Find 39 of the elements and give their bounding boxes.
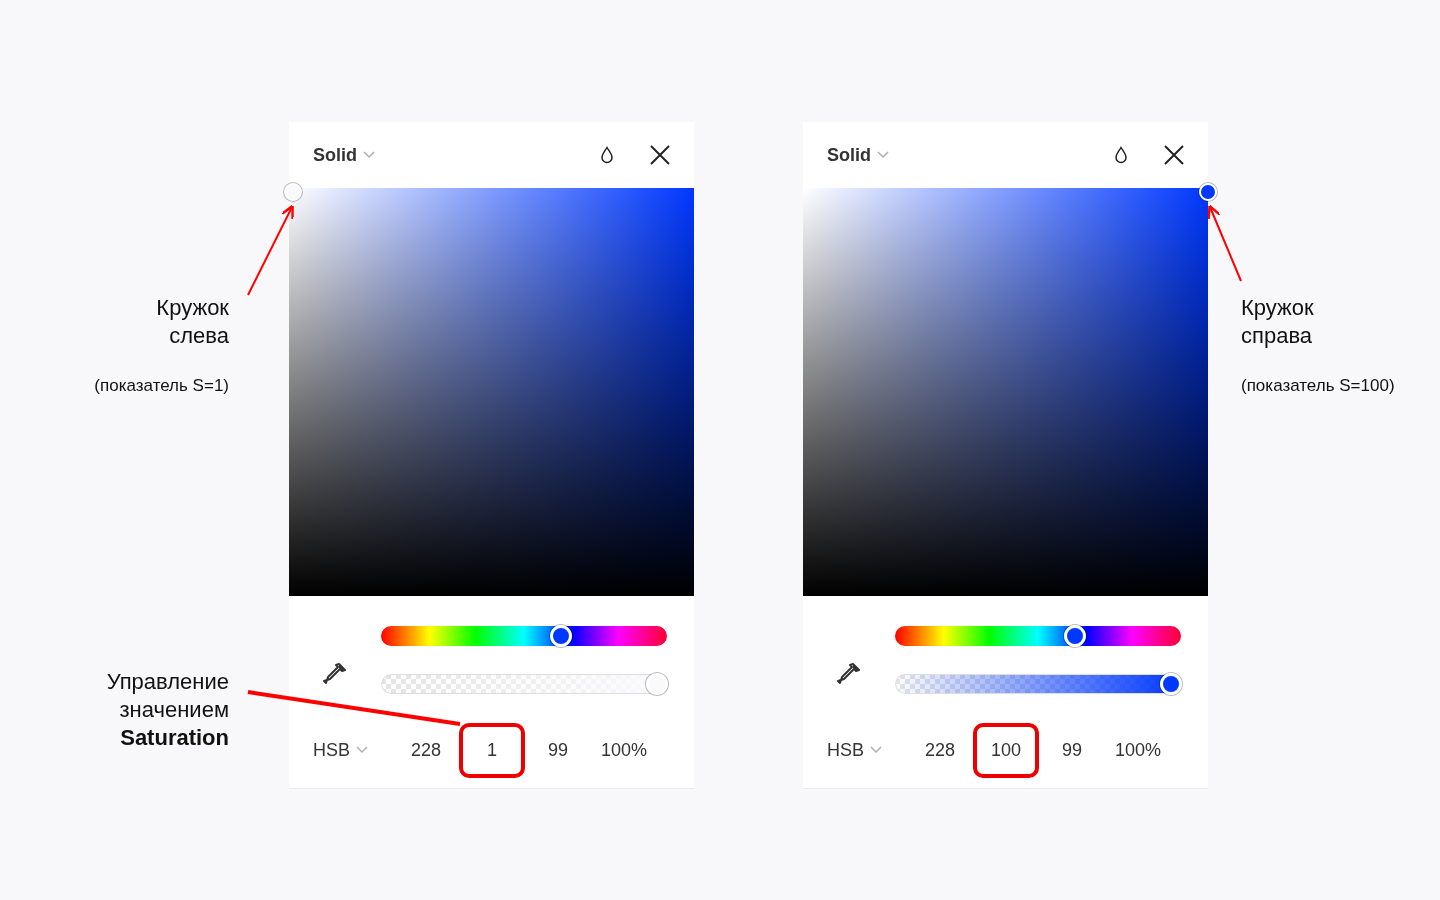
opacity-slider[interactable] (895, 674, 1181, 694)
chevron-down-icon (356, 746, 368, 754)
value-field[interactable]: 100% (1105, 722, 1171, 778)
annotation-title: Кружок справа (1241, 294, 1314, 350)
value-field[interactable]: 228 (907, 722, 973, 778)
value-field[interactable]: 99 (525, 722, 591, 778)
chevron-down-icon (363, 151, 375, 159)
slider-thumb[interactable] (1064, 625, 1087, 647)
value-field[interactable]: 100 (973, 722, 1039, 778)
value-field[interactable]: 1 (459, 722, 525, 778)
chevron-down-icon (877, 151, 889, 159)
hue-slider[interactable] (381, 626, 667, 646)
opacity-slider[interactable] (381, 674, 667, 694)
close-icon[interactable] (650, 145, 670, 165)
close-icon[interactable] (1164, 145, 1184, 165)
eyedropper-icon[interactable] (836, 661, 862, 687)
slider-thumb[interactable] (1160, 673, 1182, 695)
color-model-dropdown[interactable]: HSB (827, 739, 907, 761)
annotation-note: (показатель S=1) (94, 376, 229, 396)
annotation-title: Кружок слева (156, 294, 229, 350)
slider-thumb[interactable] (550, 625, 573, 647)
picker-thumb[interactable] (1199, 183, 1217, 201)
drop-icon[interactable] (1114, 146, 1128, 164)
drop-icon[interactable] (600, 146, 614, 164)
hue-slider[interactable] (895, 626, 1181, 646)
fill-type-dropdown[interactable]: Solid (827, 144, 871, 166)
annotation-title: Управление значением Saturation (106, 668, 229, 752)
fill-type-dropdown[interactable]: Solid (313, 144, 357, 166)
picker-thumb[interactable] (284, 183, 303, 201)
chevron-down-icon (870, 746, 882, 754)
saturation-brightness-square[interactable] (803, 188, 1208, 596)
saturation-brightness-square[interactable] (289, 188, 694, 596)
annotation-note: (показатель S=100) (1241, 376, 1395, 396)
color-model-dropdown[interactable]: HSB (313, 739, 393, 761)
eyedropper-icon[interactable] (322, 661, 348, 687)
value-field[interactable]: 100% (591, 722, 657, 778)
value-field[interactable]: 228 (393, 722, 459, 778)
slider-thumb[interactable] (646, 673, 668, 695)
value-field[interactable]: 99 (1039, 722, 1105, 778)
